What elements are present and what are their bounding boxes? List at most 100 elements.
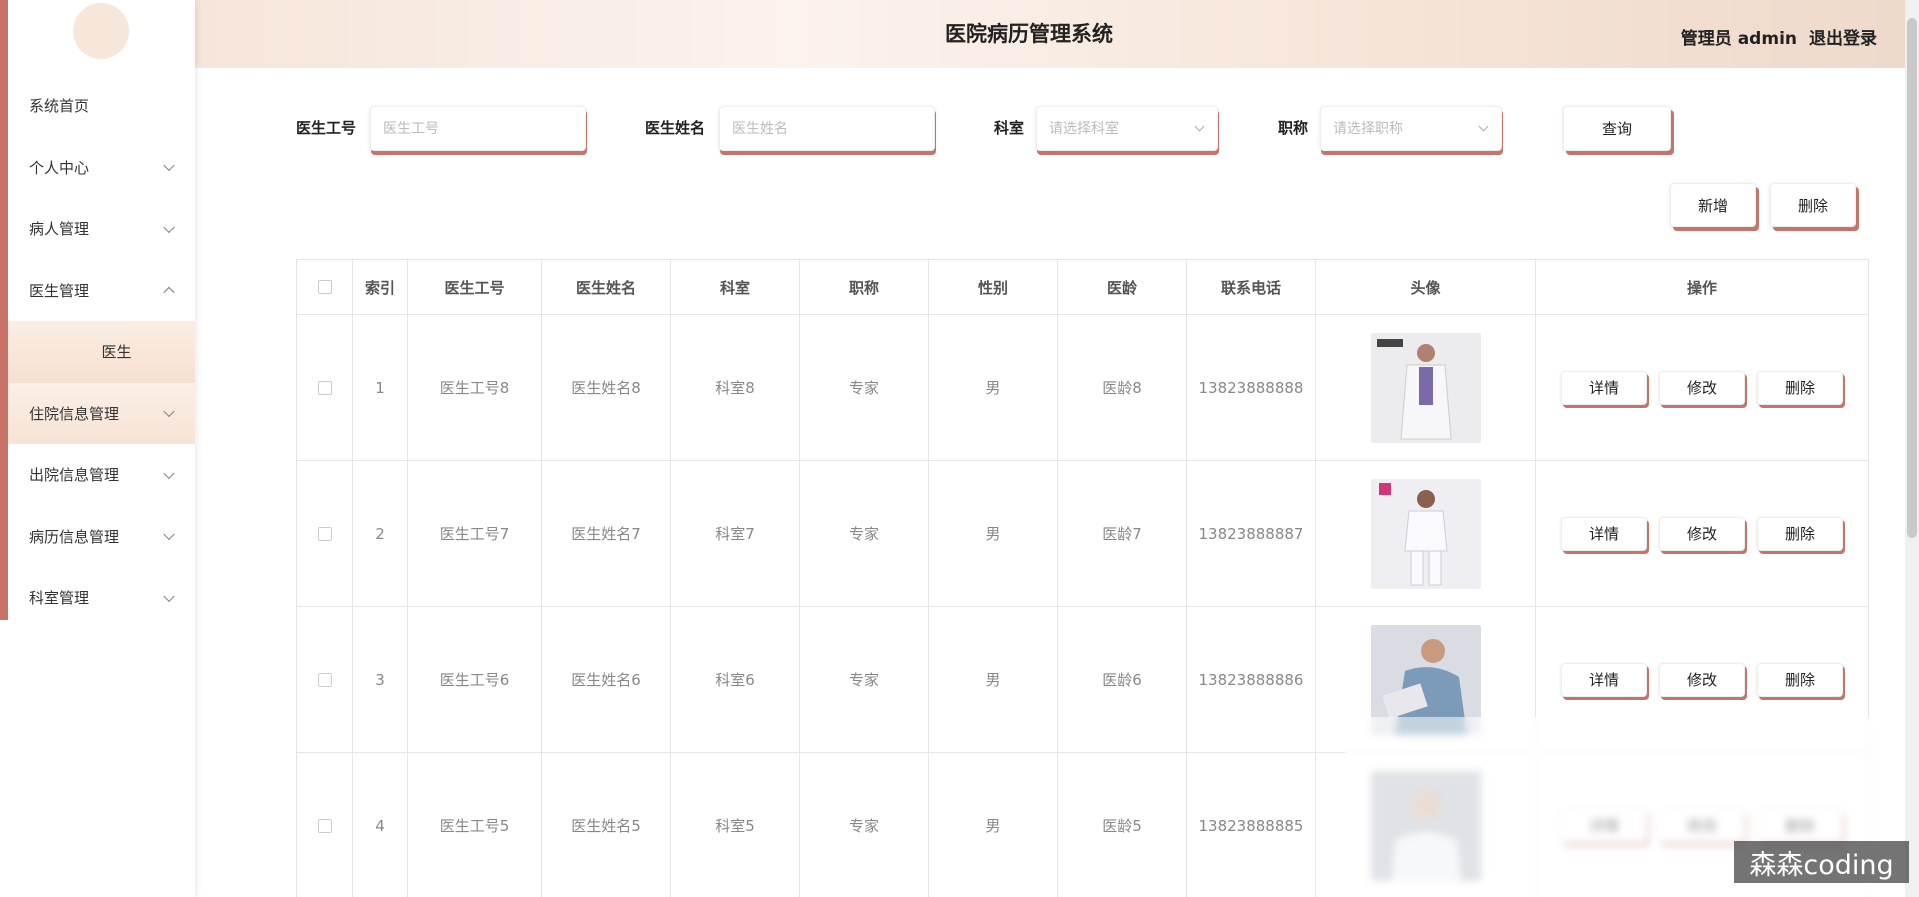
doctor-name-placeholder: 医生姓名 <box>732 121 788 137</box>
dept-cell: 科室5 <box>671 753 800 897</box>
add-button-label: 新增 <box>1697 196 1728 215</box>
column-header: 联系电话 <box>1187 260 1316 314</box>
row-checkbox[interactable] <box>317 526 332 541</box>
sidebar-item-personal-center[interactable]: 个人中心 <box>8 137 195 199</box>
dept-select[interactable]: 请选择科室 <box>1036 106 1218 151</box>
sidebar-item-label: 医生管理 <box>29 281 90 300</box>
sidebar-item-label: 系统首页 <box>29 97 90 116</box>
dept-label: 科室 <box>994 119 1025 137</box>
sidebar-item-patient-management[interactable]: 病人管理 <box>8 198 195 260</box>
title-cell: 专家 <box>800 753 929 897</box>
table-header-row: 索引 医生工号 医生姓名 科室 职称 性别 医龄 联系电话 头像 操作 <box>297 260 1868 315</box>
sidebar-item-home[interactable]: 系统首页 <box>8 75 195 137</box>
title-select[interactable]: 请选择职称 <box>1320 106 1502 151</box>
gender-cell: 男 <box>929 461 1058 606</box>
gender-cell: 男 <box>929 753 1058 897</box>
sidebar-item-label: 住院信息管理 <box>29 404 120 423</box>
chevron-down-icon <box>1194 121 1205 132</box>
doctor-name-input[interactable]: 医生姓名 <box>719 106 935 151</box>
chevron-down-icon <box>163 467 175 479</box>
watermark: 森森coding <box>1734 841 1909 883</box>
row-select-cell <box>297 607 353 752</box>
select-all-checkbox[interactable] <box>317 280 332 294</box>
column-header: 索引 <box>353 260 408 314</box>
sidebar-item-label: 出院信息管理 <box>29 466 120 485</box>
row-select-cell <box>297 753 353 897</box>
doctor-name-cell: 医生姓名5 <box>542 753 671 897</box>
page-title: 医院病历管理系统 <box>945 22 1113 46</box>
dept-cell: 科室7 <box>671 461 800 606</box>
column-header: 职称 <box>800 260 929 314</box>
detail-button[interactable]: 详情 <box>1561 516 1647 551</box>
sidebar-item-record-management[interactable]: 病历信息管理 <box>8 506 195 568</box>
add-button[interactable]: 新增 <box>1670 183 1756 227</box>
index-cell: 2 <box>353 461 408 606</box>
doctor-name-label: 医生姓名 <box>645 119 706 137</box>
phone-cell: 13823888887 <box>1187 461 1316 606</box>
phone-cell: 13823888888 <box>1187 315 1316 460</box>
doctor-id-label: 医生工号 <box>296 119 357 137</box>
top-header: 医院病历管理系统 管理员 admin 退出登录 <box>195 0 1905 68</box>
ops-cell: 详情修改删除 <box>1536 461 1868 606</box>
sidebar-item-doctor-management[interactable]: 医生管理 <box>8 260 195 322</box>
scrollbar-thumb[interactable] <box>1907 18 1917 538</box>
doctor-id-cell: 医生工号5 <box>408 753 542 897</box>
sidebar-menu: 系统首页 个人中心 病人管理 医生管理 医生 住院信息管理 出院信息管理 病历信… <box>8 75 195 629</box>
years-cell: 医龄6 <box>1058 607 1187 752</box>
edit-button[interactable]: 修改 <box>1659 370 1745 405</box>
title-cell: 专家 <box>800 607 929 752</box>
years-cell: 医龄7 <box>1058 461 1187 606</box>
edit-button[interactable]: 修改 <box>1659 662 1745 697</box>
logout-link[interactable]: 退出登录 <box>1809 29 1877 49</box>
sidebar-subitem-doctor[interactable]: 医生 <box>8 321 195 383</box>
table-row: 1 医生工号8 医生姓名8 科室8 专家 男 医龄8 13823888888 详… <box>297 315 1868 461</box>
detail-button[interactable]: 详情 <box>1561 370 1647 405</box>
row-checkbox[interactable] <box>317 818 332 833</box>
avatar <box>73 3 129 59</box>
doctor-name-cell: 医生姓名6 <box>542 607 671 752</box>
query-button[interactable]: 查询 <box>1563 106 1671 151</box>
years-cell: 医龄8 <box>1058 315 1187 460</box>
row-checkbox[interactable] <box>317 380 332 395</box>
column-header: 性别 <box>929 260 1058 314</box>
doctor-id-cell: 医生工号7 <box>408 461 542 606</box>
column-header: 操作 <box>1686 278 1717 297</box>
detail-button[interactable]: 详情 <box>1561 662 1647 697</box>
doctor-id-input[interactable]: 医生工号 <box>370 106 586 151</box>
edit-button[interactable]: 修改 <box>1659 516 1745 551</box>
chevron-down-icon <box>163 405 175 418</box>
dept-cell: 科室8 <box>671 315 800 460</box>
column-header: 医生工号 <box>408 260 542 314</box>
doctor-name-cell: 医生姓名8 <box>542 315 671 460</box>
batch-delete-button[interactable]: 删除 <box>1770 183 1856 227</box>
row-select-cell <box>297 315 353 460</box>
sidebar-item-label: 个人中心 <box>29 158 90 177</box>
index-cell: 3 <box>353 607 408 752</box>
sidebar: 系统首页 个人中心 病人管理 医生管理 医生 住院信息管理 出院信息管理 病历信… <box>0 0 195 897</box>
photo-cell <box>1316 315 1536 460</box>
chevron-down-icon <box>1478 121 1489 132</box>
phone-cell: 13823888886 <box>1187 607 1316 752</box>
column-header: 医生姓名 <box>542 260 671 314</box>
sidebar-item-label: 医生 <box>101 343 132 362</box>
ops-cell: 详情修改删除 <box>1536 315 1868 460</box>
doctor-photo <box>1370 478 1481 589</box>
delete-row-button[interactable]: 删除 <box>1757 370 1843 405</box>
column-header: 头像 <box>1316 260 1536 314</box>
phone-cell: 13823888885 <box>1187 753 1316 897</box>
sidebar-item-inpatient-management[interactable]: 住院信息管理 <box>8 382 195 444</box>
doctor-id-cell: 医生工号6 <box>408 607 542 752</box>
row-checkbox[interactable] <box>317 672 332 687</box>
index-cell: 1 <box>353 315 408 460</box>
delete-button-label: 删除 <box>1797 196 1828 215</box>
scrollbar-track[interactable] <box>1905 0 1919 897</box>
sidebar-item-label: 病历信息管理 <box>29 527 120 546</box>
sidebar-item-department-management[interactable]: 科室管理 <box>8 567 195 629</box>
chevron-up-icon <box>163 286 175 299</box>
delete-row-button[interactable]: 删除 <box>1757 662 1843 697</box>
delete-row-button[interactable]: 删除 <box>1757 516 1843 551</box>
sidebar-item-discharge-management[interactable]: 出院信息管理 <box>8 444 195 506</box>
years-cell: 医龄5 <box>1058 753 1187 897</box>
row-select-cell <box>297 461 353 606</box>
chevron-down-icon <box>163 590 175 602</box>
